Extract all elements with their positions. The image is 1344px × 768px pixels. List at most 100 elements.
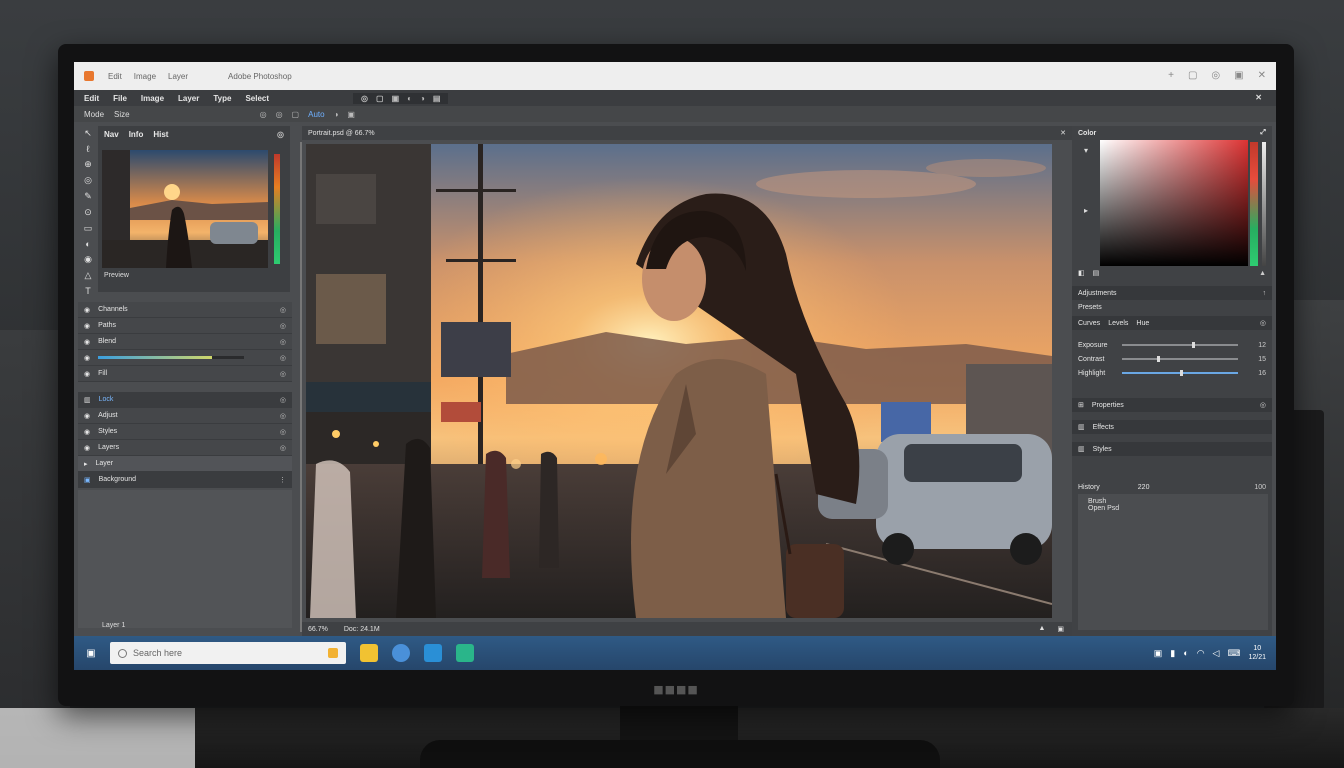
battery-icon[interactable]: ▮ [1170, 648, 1175, 659]
menu-close-icon[interactable]: ✕ [1255, 93, 1262, 102]
crop-tool-icon[interactable]: ⊕ [84, 159, 92, 170]
exposure-slider[interactable] [1122, 342, 1238, 348]
layer-row-selected[interactable]: ▸ Layer [78, 456, 292, 472]
list-item[interactable]: ◉ Adjust ◎ [78, 408, 292, 424]
status-icon[interactable]: ▣ [1057, 625, 1064, 633]
canvas-scrollbar[interactable] [300, 142, 302, 632]
panel-menu-icon[interactable]: ↑ [1263, 290, 1267, 297]
option-auto[interactable]: Auto [308, 110, 324, 119]
row-end-icon[interactable]: ◎ [280, 338, 286, 346]
row-end-icon[interactable]: ◎ [280, 306, 286, 314]
swatch-icon[interactable]: ▲ [1259, 270, 1266, 277]
list-item[interactable]: ◉ Paths ◎ [78, 318, 292, 334]
close-icon[interactable]: ✕ [1258, 70, 1266, 81]
browser-icon[interactable] [392, 644, 410, 662]
gradient-tool-icon[interactable]: ◐ [85, 239, 90, 249]
option-icon[interactable]: ▣ [347, 110, 355, 119]
tool-icon[interactable]: ◎ [361, 94, 368, 103]
pen-tool-icon[interactable]: △ [85, 270, 92, 281]
row-end-icon[interactable]: ◎ [280, 370, 286, 378]
list-item[interactable]: ◉ Styles ◎ [78, 424, 292, 440]
list-item[interactable]: ◉ Fill ◎ [78, 366, 292, 382]
menu-select[interactable]: Select [245, 94, 269, 103]
document-tab[interactable]: Portrait.psd @ 66.7% ✕ [302, 126, 1072, 140]
tab-navigator[interactable]: Nav [104, 130, 119, 139]
slider-knob[interactable] [1180, 370, 1183, 376]
list-item[interactable]: ◉ Channels ◎ [78, 302, 292, 318]
eye-icon[interactable]: ◉ [84, 322, 90, 330]
eye-icon[interactable]: ◉ [84, 370, 90, 378]
file-explorer-icon[interactable] [360, 644, 378, 662]
option-icon[interactable]: ▢ [292, 110, 300, 119]
tab-hue[interactable]: Hue [1136, 320, 1149, 327]
history-item[interactable]: Open Psd [1088, 505, 1258, 512]
row-end-icon[interactable]: ◎ [280, 412, 286, 420]
document-close-icon[interactable]: ✕ [1060, 129, 1066, 137]
eraser-tool-icon[interactable]: ▭ [84, 223, 93, 234]
expand-icon[interactable]: ▥ [1078, 445, 1085, 453]
highlight-slider[interactable] [1122, 370, 1238, 376]
effects-row[interactable]: ▥ Effects [1072, 420, 1272, 434]
menu-image[interactable]: Image [141, 94, 164, 103]
move-tool-icon[interactable]: ↖ [84, 128, 92, 139]
slider-knob[interactable] [1156, 356, 1160, 362]
slider-knob[interactable] [1191, 342, 1195, 348]
eye-icon[interactable]: ◉ [84, 428, 90, 436]
panel-icon[interactable]: ▢ [1188, 70, 1197, 81]
volume-icon[interactable]: ◁ [1213, 648, 1220, 659]
panel-expand-icon[interactable]: ⤢ [1260, 129, 1266, 137]
tool-icon[interactable]: ◐ [407, 94, 412, 103]
text-tool-icon[interactable]: T [85, 286, 91, 296]
start-button[interactable]: ▣ [78, 644, 104, 662]
expand-icon[interactable]: ▥ [1078, 423, 1085, 431]
option-size[interactable]: Size [114, 110, 130, 119]
option-icon[interactable]: ◎ [260, 110, 267, 119]
eye-icon[interactable]: ◉ [84, 412, 90, 420]
layout-icon[interactable]: ▣ [1234, 70, 1243, 81]
tool-icon[interactable]: ▤ [433, 94, 441, 103]
title-menu-item[interactable]: Image [134, 72, 156, 81]
option-icon[interactable]: ◑ [334, 110, 339, 119]
status-icon[interactable]: ▲ [1038, 625, 1045, 633]
settings-icon[interactable]: ◎ [1260, 401, 1266, 409]
menu-type[interactable]: Type [213, 94, 231, 103]
row-end-icon[interactable]: ◎ [280, 444, 286, 452]
navigator-thumbnail[interactable] [102, 150, 268, 268]
dodge-tool-icon[interactable]: ◉ [84, 254, 92, 265]
styles-row[interactable]: ▥ Styles [1072, 442, 1272, 456]
clone-tool-icon[interactable]: ⊙ [84, 207, 92, 218]
properties-row[interactable]: ⊞ Properties ◎ [1072, 398, 1272, 412]
tool-icon[interactable]: ▢ [376, 94, 384, 103]
chevron-icon[interactable]: ▸ [84, 460, 88, 468]
expand-icon[interactable]: ⊞ [1078, 401, 1084, 409]
menu-file[interactable]: File [113, 94, 127, 103]
title-menu-item[interactable]: Layer [168, 72, 188, 81]
hue-slider[interactable] [1250, 142, 1258, 266]
row-end-icon[interactable]: ◎ [280, 322, 286, 330]
tool-icon[interactable]: ◑ [420, 94, 425, 103]
adjustments-presets[interactable]: Presets [1072, 300, 1272, 314]
menu-edit[interactable]: Edit [84, 94, 99, 103]
search-box[interactable]: Search here [110, 642, 346, 664]
swatch-icon[interactable]: ▤ [1093, 269, 1100, 277]
canvas-image[interactable] [306, 144, 1052, 618]
row-end-icon[interactable]: ◎ [280, 354, 286, 362]
tab-curves[interactable]: Curves [1078, 320, 1100, 327]
brush-tool-icon[interactable]: ✎ [84, 191, 92, 202]
opacity-row[interactable]: ◉ ◎ [78, 350, 292, 366]
title-menu-item[interactable]: Edit [108, 72, 122, 81]
eyedropper-tool-icon[interactable]: ◎ [84, 175, 92, 186]
eye-icon[interactable]: ◉ [84, 354, 90, 362]
row-end-icon[interactable]: ◎ [280, 428, 286, 436]
row-end-icon[interactable]: ⋮ [279, 476, 286, 484]
chevron-right-icon[interactable]: ▸ [1084, 206, 1088, 215]
notification-icon[interactable]: ▣ [1154, 648, 1163, 659]
network-icon[interactable]: ◐ [1183, 648, 1188, 658]
eye-icon[interactable]: ◉ [84, 444, 90, 452]
zoom-level[interactable]: 66.7% [308, 626, 328, 633]
keyboard-icon[interactable]: ⌨ [1227, 648, 1240, 659]
eye-icon[interactable]: ◉ [84, 338, 90, 346]
list-item[interactable]: ◉ Layers ◎ [78, 440, 292, 456]
tab-info[interactable]: Info [129, 130, 144, 139]
opacity-slider[interactable] [98, 356, 245, 359]
